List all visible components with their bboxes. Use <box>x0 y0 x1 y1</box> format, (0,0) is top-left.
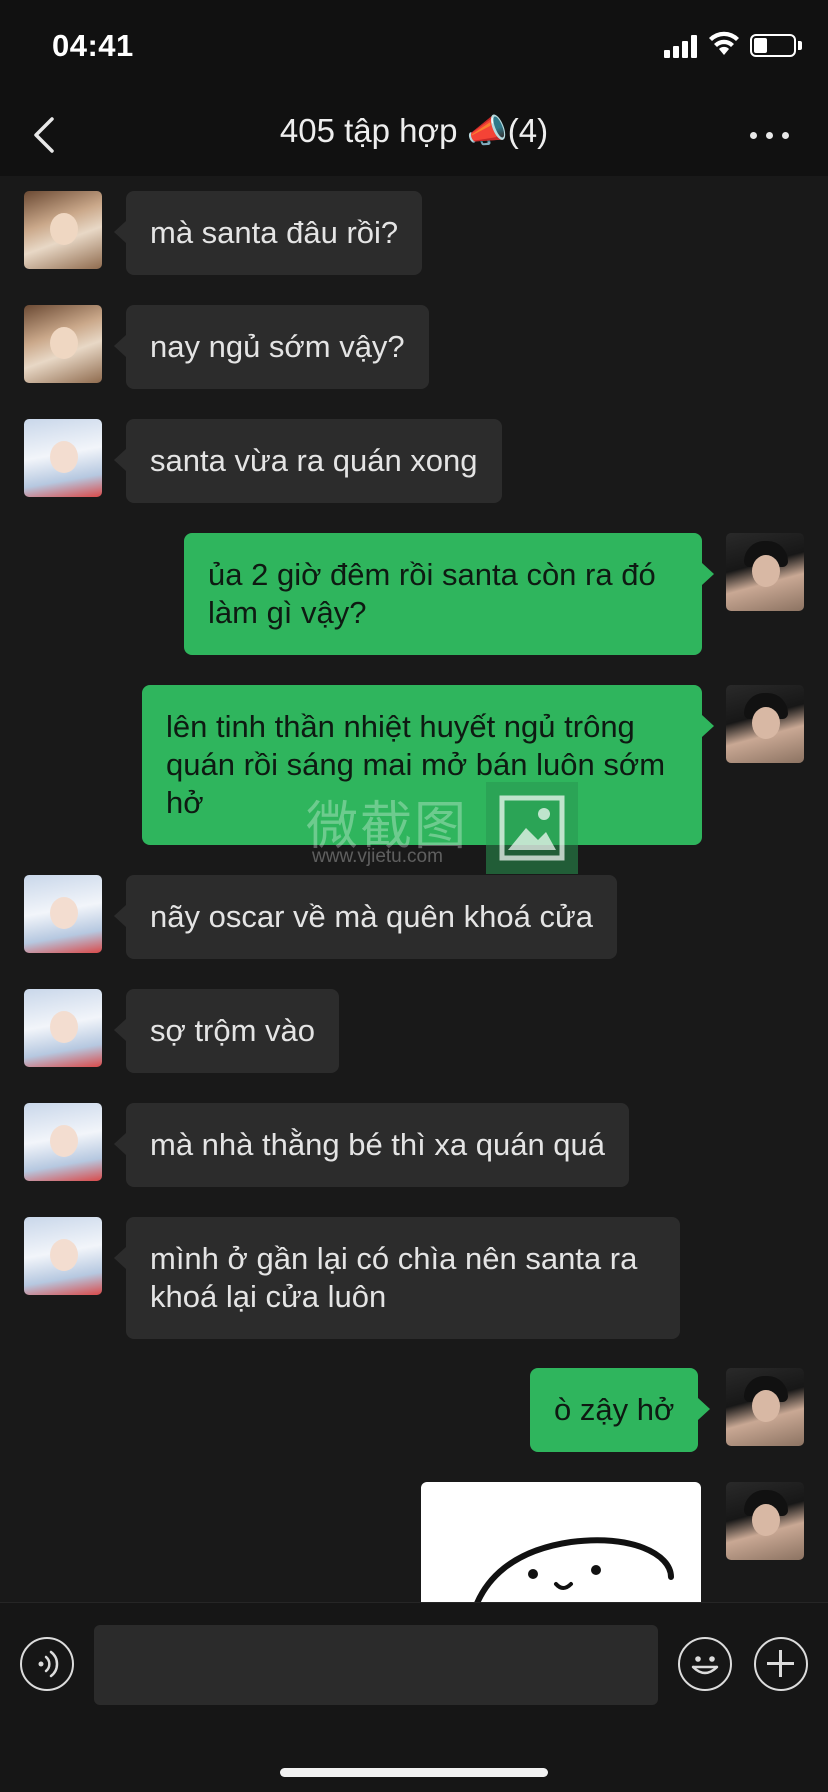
more-dots-icon <box>750 132 757 139</box>
message-bubble-incoming[interactable]: santa vừa ra quán xong <box>114 419 502 503</box>
message-bubble-incoming[interactable]: nay ngủ sớm vậy? <box>114 305 429 389</box>
avatar-me[interactable] <box>726 685 804 763</box>
avatar-contact-b[interactable] <box>24 875 102 953</box>
avatar-contact-a[interactable] <box>24 191 102 269</box>
voice-icon <box>38 1650 59 1678</box>
message-bubble-outgoing[interactable]: lên tinh thần nhiệt huyết ngủ trông quán… <box>142 685 714 845</box>
sticker-drawing <box>474 1537 674 1602</box>
avatar-me[interactable] <box>726 1482 804 1560</box>
wifi-icon <box>709 31 739 55</box>
message-bubble-incoming[interactable]: mà santa đâu rồi? <box>113 191 423 275</box>
message-bubble-incoming[interactable]: sợ trộm vào <box>113 989 340 1073</box>
message-list[interactable]: mà santa đâu rồi? nay ngủ sớm vậy? santa… <box>0 176 828 1602</box>
message-input[interactable] <box>94 1625 658 1705</box>
battery-level <box>754 38 767 53</box>
message-bubble-incoming[interactable]: mình ở gần lại có chìa nên santa ra khoá… <box>114 1217 680 1339</box>
emoji-icon <box>691 1656 719 1675</box>
chevron-left-icon <box>34 117 54 153</box>
cellular-signal-icon <box>664 34 700 58</box>
battery-cap <box>798 41 802 50</box>
message-bubble-incoming[interactable]: mà nhà thằng bé thì xa quán quá <box>113 1103 630 1187</box>
avatar-me[interactable] <box>726 1368 804 1446</box>
avatar-me[interactable] <box>726 533 804 611</box>
battery-icon <box>750 34 796 57</box>
voice-button[interactable] <box>20 1637 74 1691</box>
avatar-contact-b[interactable] <box>24 1103 102 1181</box>
more-options-button[interactable] <box>742 112 798 156</box>
back-button[interactable] <box>22 106 72 162</box>
sticker-image[interactable] <box>421 1482 701 1602</box>
home-indicator[interactable] <box>280 1768 548 1777</box>
status-bar: 04:41 <box>0 0 828 92</box>
chat-title: 405 tập hợp 📣(4) <box>279 112 549 149</box>
status-time: 04:41 <box>52 28 134 63</box>
avatar-contact-a[interactable] <box>24 305 102 383</box>
avatar-contact-b[interactable] <box>24 419 102 497</box>
avatar-contact-b[interactable] <box>24 989 102 1067</box>
chat-header: 405 tập hợp 📣(4) <box>0 92 828 176</box>
input-bar <box>0 1602 828 1792</box>
avatar-contact-b[interactable] <box>24 1217 102 1295</box>
emoji-button[interactable] <box>678 1637 732 1691</box>
message-bubble-incoming[interactable]: nãy oscar về mà quên khoá cửa <box>114 875 617 959</box>
message-bubble-outgoing[interactable]: ò zậy hở <box>530 1368 711 1452</box>
plus-button[interactable] <box>754 1637 808 1691</box>
message-bubble-outgoing[interactable]: ủa 2 giờ đêm rồi santa còn ra đó làm gì … <box>184 533 714 655</box>
